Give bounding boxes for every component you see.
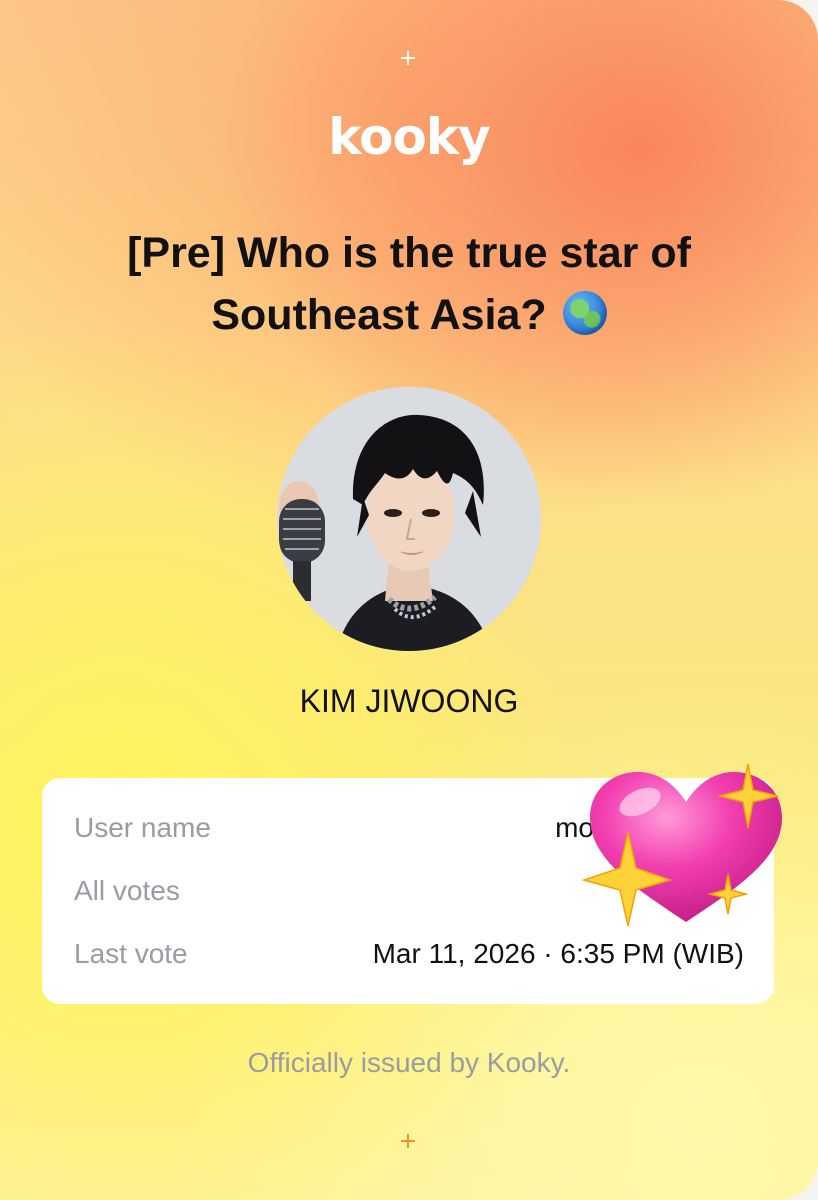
candidate-avatar [277, 387, 541, 651]
last-vote-value: Mar 11, 2026 · 6:35 PM (WIB) [372, 938, 744, 969]
sparkling-heart-icon [578, 762, 788, 932]
sparkle-bottom-icon: + [398, 1129, 418, 1154]
poll-title: [Pre] Who is the true star of Southeast … [40, 222, 778, 346]
sparkle-top-icon: + [398, 46, 418, 71]
globe-icon [562, 291, 607, 335]
candidate-photo-illustration [277, 387, 541, 651]
last-vote-label: Last vote [74, 938, 188, 969]
kooky-logo: kooky [328, 108, 490, 166]
issued-by-footer: Officially issued by Kooky. [247, 1047, 571, 1078]
user-name-label: User name [74, 812, 211, 843]
info-row-last-vote: Last vote Mar 11, 2026 · 6:35 PM (WIB) [74, 934, 744, 974]
vote-certificate-card: + kooky [Pre] Who is the true star of So… [0, 0, 818, 1200]
all-votes-label: All votes [74, 875, 180, 906]
candidate-name: KIM JIWOONG [299, 683, 519, 719]
poll-title-text: [Pre] Who is the true star of Southeast … [127, 229, 691, 339]
